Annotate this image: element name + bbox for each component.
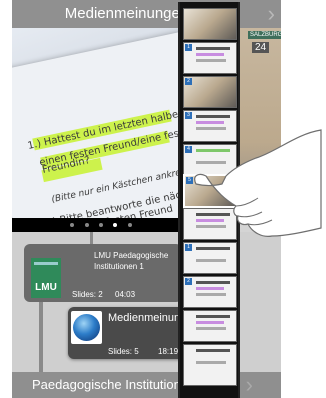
stand-pole	[39, 302, 43, 372]
slides-count: Slides: 5	[108, 347, 139, 356]
thumbnail[interactable]: 2	[183, 76, 237, 108]
card-title: LMU Paedagogische Institutionen 1	[94, 251, 169, 271]
page-dot[interactable]	[70, 223, 75, 227]
footer-title: Paedagogische Institutionen	[12, 372, 281, 398]
chevron-right-icon[interactable]: ›	[246, 374, 253, 396]
thumbnail[interactable]	[183, 8, 237, 40]
page-title: Medienmeinungen	[12, 0, 281, 28]
presentation-card-lmu[interactable]: LMU LMU Paedagogische Institutionen 1 Sl…	[24, 244, 182, 302]
lmu-logo-icon: LMU	[31, 258, 61, 298]
card-title: Medienmeinungen	[108, 312, 199, 324]
thumbnail[interactable]	[183, 344, 237, 386]
hand-outline	[194, 129, 322, 237]
sign-number: 24	[252, 42, 270, 53]
duration: 04:03	[115, 290, 136, 299]
page-indicator[interactable]	[12, 218, 190, 232]
globe-icon	[73, 314, 100, 341]
thumbnail[interactable]	[183, 310, 237, 342]
card-meta: Slides: 5 18:19	[108, 347, 183, 356]
swipe-hand-icon	[194, 129, 322, 237]
slides-count: Slides: 2	[72, 290, 103, 299]
page-dot[interactable]	[84, 223, 89, 227]
card-meta: Slides: 2 04:03	[72, 290, 182, 299]
page-dot[interactable]	[99, 223, 103, 227]
thumbnail[interactable]: 1	[183, 42, 237, 74]
duration: 18:19	[158, 347, 179, 356]
stand-pole-top	[90, 232, 93, 244]
page-dot-active[interactable]	[113, 223, 118, 227]
thumbnail[interactable]: 2	[183, 276, 237, 308]
city-sign: SALZBURG	[248, 31, 281, 39]
presentation-card-media[interactable]: Medienmeinungen Slides: 5 18:19	[68, 307, 199, 359]
slide-photo[interactable]: 1.) Hattest du im letzten halben Jahr ei…	[12, 28, 190, 218]
chevron-right-icon[interactable]: ›	[268, 2, 275, 26]
page-dot[interactable]	[127, 223, 132, 227]
